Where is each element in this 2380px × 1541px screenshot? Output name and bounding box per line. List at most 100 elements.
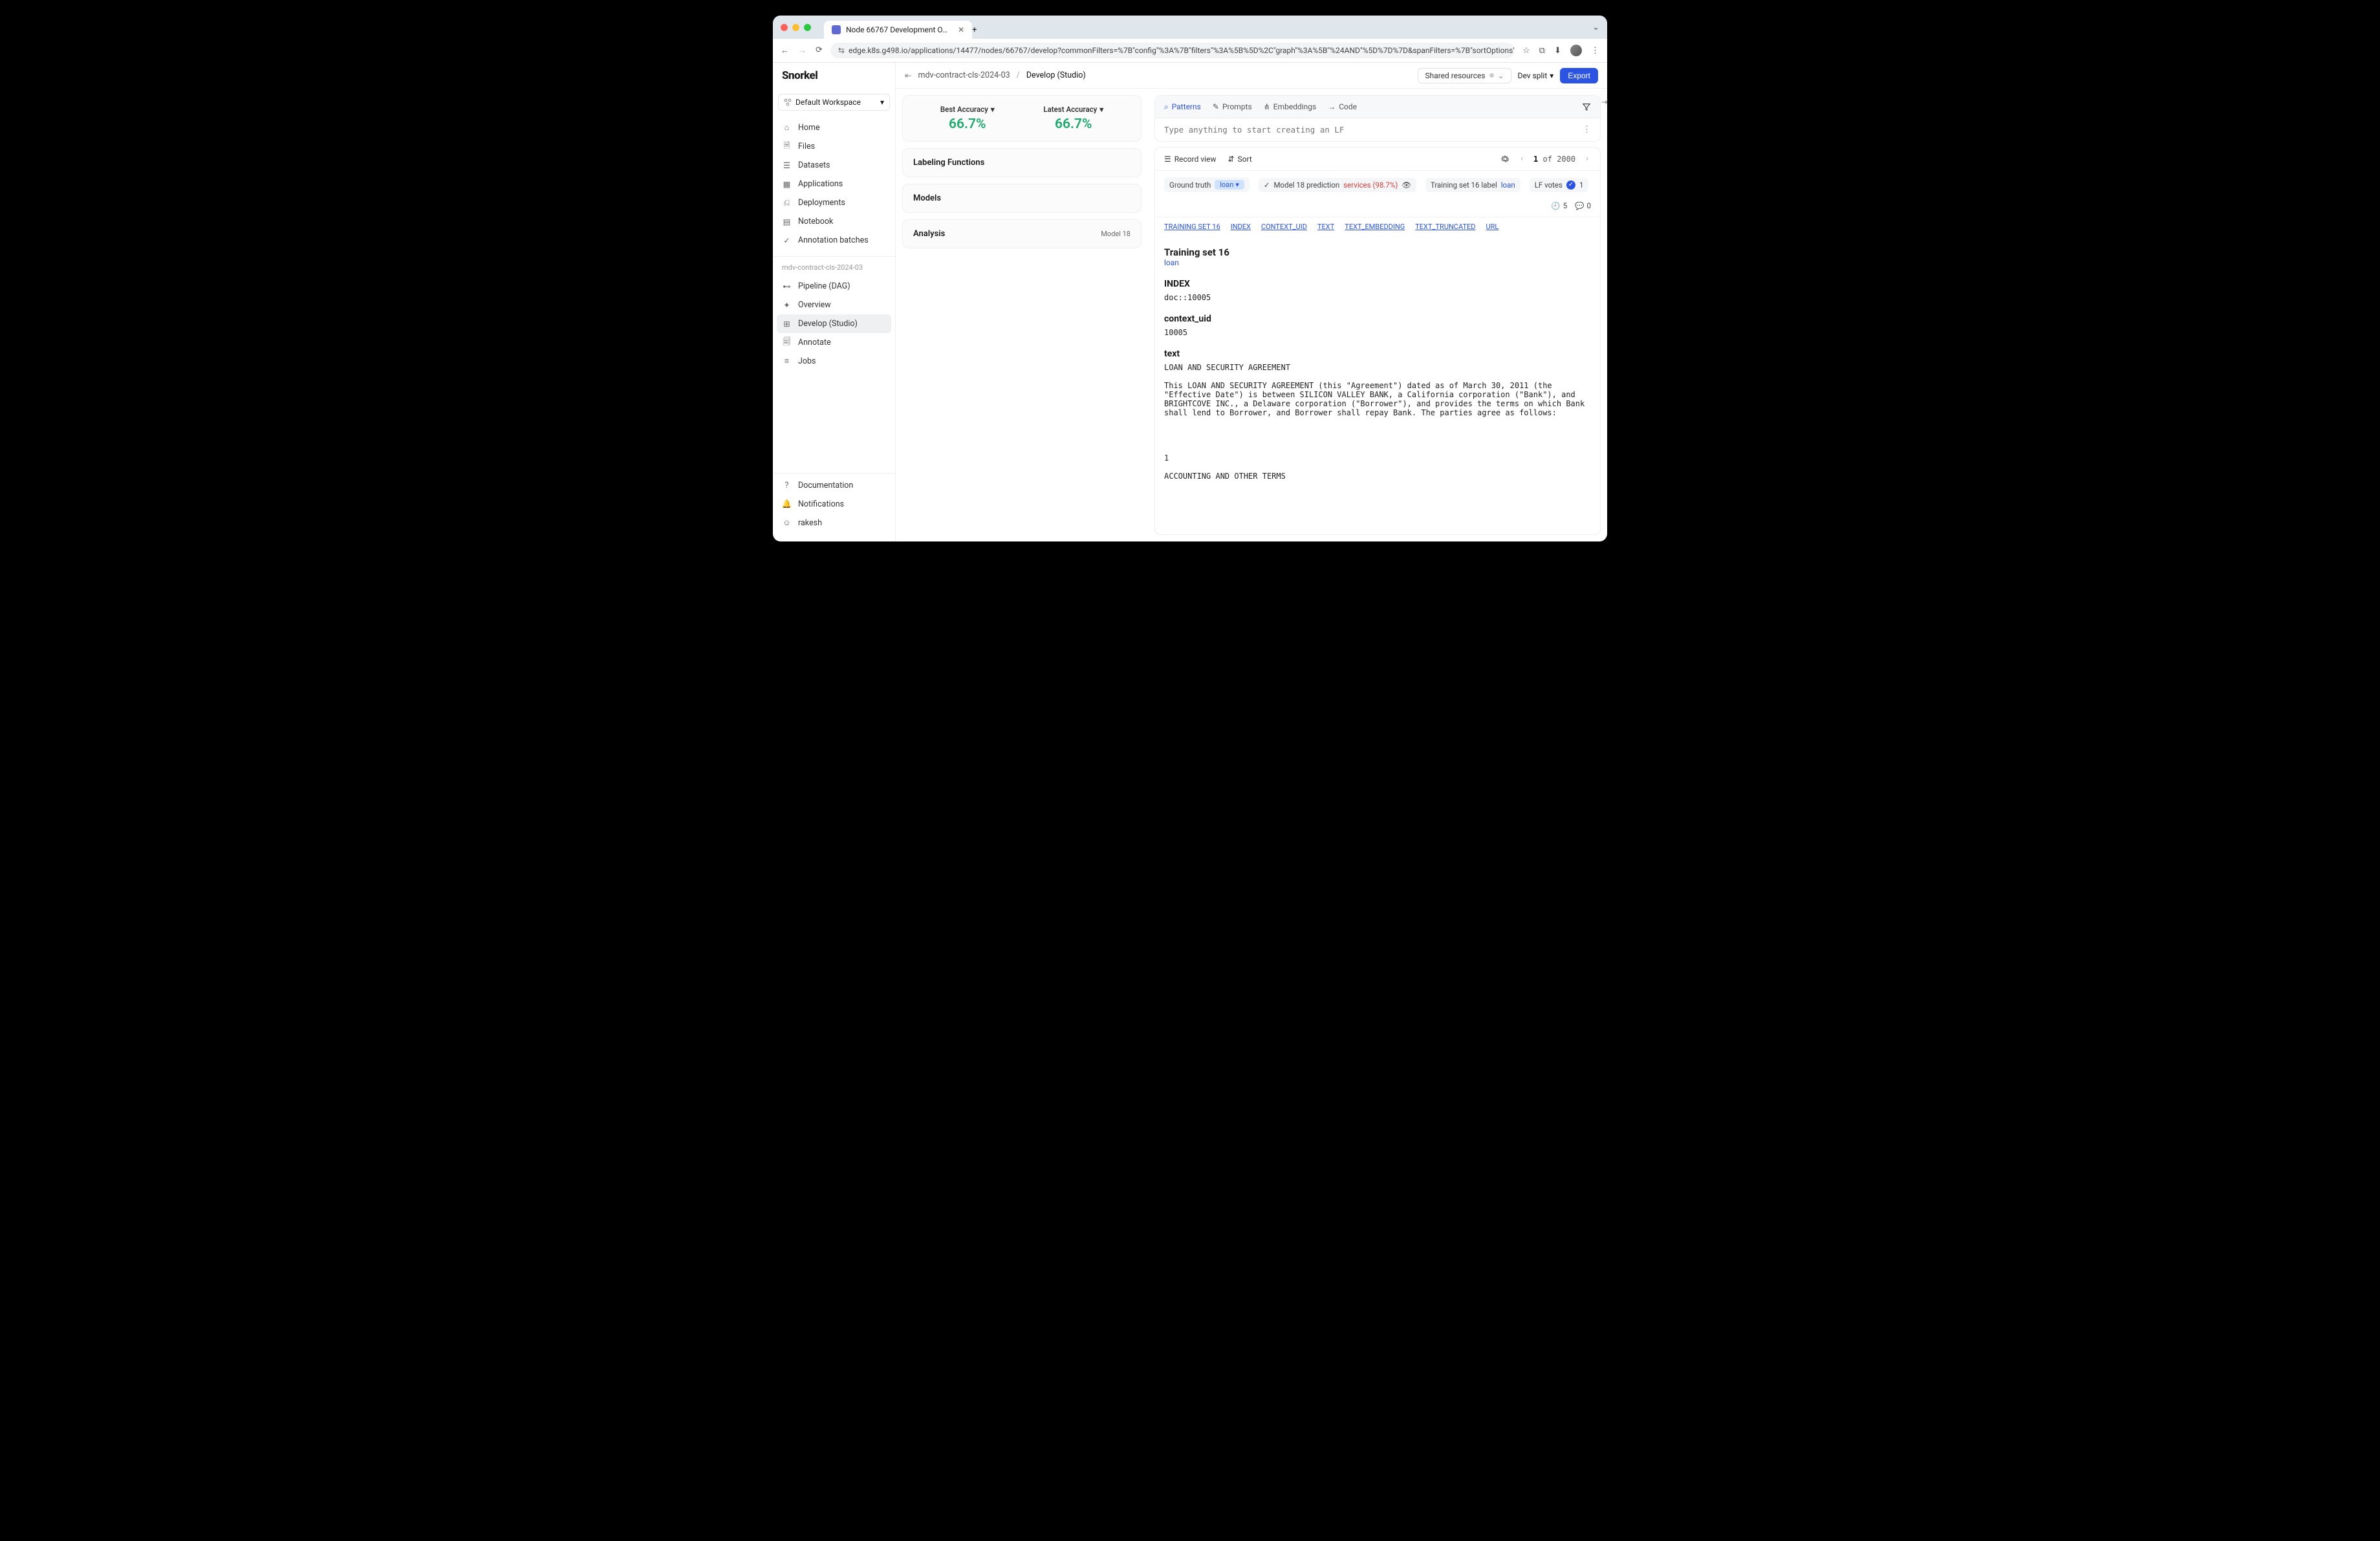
nav-label: Notifications <box>798 499 844 509</box>
download-icon[interactable]: ⬇ <box>1554 46 1561 56</box>
section-title: Models <box>913 193 941 203</box>
dataset-icon: ☰ <box>782 160 792 170</box>
tab-label: Embeddings <box>1273 102 1316 111</box>
field-text-value: LOAN AND SECURITY AGREEMENT This LOAN AN… <box>1164 363 1591 481</box>
nav-user[interactable]: ☺rakesh <box>773 514 895 532</box>
tab-label: Code <box>1339 102 1357 111</box>
browser-tab[interactable]: Node 66767 Development O… ✕ <box>824 21 972 39</box>
nav-annotate[interactable]: 🗐Annotate <box>773 333 895 352</box>
comments-count[interactable]: 💬 0 <box>1575 201 1591 210</box>
forward-button[interactable]: → <box>798 45 806 56</box>
main-content: Best Accuracy ▾ 66.7% Latest Accuracy ▾ … <box>896 63 1607 541</box>
anchor-link[interactable]: URL <box>1486 223 1498 231</box>
gear-icon[interactable] <box>1500 154 1510 164</box>
nav-notebook[interactable]: ▤ Notebook <box>773 212 895 231</box>
logo: Snorkel <box>773 69 895 89</box>
collapse-right-icon[interactable]: ⇥ <box>1601 98 1607 107</box>
nav-annotation-batches[interactable]: ✓Annotation batches <box>773 231 895 250</box>
extensions-icon[interactable]: ⧉ <box>1539 46 1545 56</box>
back-button[interactable]: ← <box>781 45 789 56</box>
nav-deployments[interactable]: ⎌Deployments <box>773 193 895 212</box>
sort-button[interactable]: ⇵ Sort <box>1228 155 1251 164</box>
nav-home[interactable]: ⌂Home <box>773 118 895 137</box>
workspace-selector[interactable]: Default Workspace ▾ <box>778 94 890 111</box>
chevron-down-icon[interactable]: ▾ <box>991 105 995 114</box>
eye-icon[interactable]: 👁 <box>1401 180 1411 190</box>
page-of: of <box>1543 155 1552 164</box>
list-icon: ☰ <box>1164 155 1171 164</box>
section-analysis[interactable]: Analysis Model 18 <box>902 219 1141 248</box>
anchor-link[interactable]: TEXT <box>1317 223 1334 231</box>
record-view-button[interactable]: ☰ Record view <box>1164 155 1216 164</box>
filter-icon[interactable] <box>1582 102 1591 111</box>
anchor-link[interactable]: TRAINING SET 16 <box>1164 223 1220 231</box>
url-input[interactable]: ⇆ edge.k8s.g498.io/applications/14477/no… <box>830 43 1515 58</box>
profile-avatar[interactable] <box>1570 45 1582 56</box>
tab-code[interactable]: → Code <box>1328 102 1357 111</box>
prev-record-button[interactable]: ‹ <box>1518 154 1526 164</box>
ground-truth-value[interactable]: loan ▾ <box>1215 180 1244 190</box>
bookmark-icon[interactable]: ☆ <box>1522 46 1530 56</box>
bell-icon: 🔔 <box>782 499 792 509</box>
nav-files[interactable]: 🗎Files <box>773 137 895 156</box>
shared-resources-button[interactable]: Shared resources ⌄ <box>1418 68 1511 83</box>
check-badge-icon: ✓ <box>1566 180 1575 190</box>
close-tab-icon[interactable]: ✕ <box>958 25 964 34</box>
record-title: Training set 16 <box>1164 246 1591 258</box>
nav-pipeline[interactable]: ⊷Pipeline (DAG) <box>773 277 895 296</box>
split-selector[interactable]: Dev split ▾ <box>1518 71 1554 80</box>
nav-documentation[interactable]: ?Documentation <box>773 476 895 495</box>
lf-votes-chip: LF votes ✓ 1 <box>1530 178 1589 192</box>
maximize-window-button[interactable] <box>804 24 811 31</box>
browser-window: Node 66767 Development O… ✕ + ⌄ ← → ⟳ ⇆ … <box>773 16 1607 541</box>
help-icon: ? <box>782 481 792 490</box>
dag-icon: ⊷ <box>782 281 792 291</box>
anchor-link[interactable]: INDEX <box>1231 223 1251 231</box>
chevron-down-icon[interactable]: ▾ <box>1099 105 1103 114</box>
more-menu-icon[interactable]: ⋮ <box>1583 125 1591 135</box>
field-text-header: text <box>1164 349 1591 359</box>
anchor-link[interactable]: TEXT_TRUNCATED <box>1415 223 1475 231</box>
metric-label-text: Latest Accuracy <box>1043 105 1097 114</box>
section-labeling-functions[interactable]: Labeling Functions <box>902 148 1141 177</box>
nav-label: Notebook <box>798 217 833 226</box>
new-tab-button[interactable]: + <box>972 25 977 35</box>
ground-truth-chip: Ground truth loan ▾ <box>1164 177 1250 192</box>
export-button[interactable]: Export <box>1560 68 1598 83</box>
nav-jobs[interactable]: ≡Jobs <box>773 352 895 371</box>
tab-overflow-icon[interactable]: ⌄ <box>1592 23 1599 32</box>
check-icon: ✓ <box>782 235 792 245</box>
nav-notifications[interactable]: 🔔 Notifications <box>773 495 895 514</box>
record-body: Training set 16 loan INDEX doc::10005 co… <box>1155 236 1600 494</box>
nav-overview[interactable]: ✦Overview <box>773 296 895 314</box>
close-window-button[interactable] <box>781 24 788 31</box>
minimize-window-button[interactable] <box>792 24 799 31</box>
tab-embeddings[interactable]: ⋔ Embeddings <box>1264 102 1317 111</box>
nav-datasets[interactable]: ☰Datasets <box>773 156 895 175</box>
check-icon: ✓ <box>1264 180 1270 190</box>
metrics-card: Best Accuracy ▾ 66.7% Latest Accuracy ▾ … <box>902 95 1141 142</box>
chip-label: Training set 16 label <box>1431 180 1497 190</box>
reload-button[interactable]: ⟳ <box>816 45 823 56</box>
tab-prompts[interactable]: ✎ Prompts <box>1213 102 1252 111</box>
site-settings-icon[interactable]: ⇆ <box>838 46 845 55</box>
anchor-link[interactable]: CONTEXT_UID <box>1261 223 1307 231</box>
breadcrumb-root[interactable]: mdv-contract-cls-2024-03 <box>918 71 1010 80</box>
section-models[interactable]: Models <box>902 184 1141 213</box>
lf-text-input[interactable] <box>1164 125 1583 135</box>
record-title-value: loan <box>1164 258 1591 267</box>
nav-applications[interactable]: ▦Applications <box>773 175 895 193</box>
field-anchors: TRAINING SET 16 INDEX CONTEXT_UID TEXT T… <box>1155 217 1600 236</box>
page-current: 1 <box>1533 155 1538 164</box>
tab-patterns[interactable]: ⌕ Patterns <box>1164 102 1201 112</box>
history-count[interactable]: 🕘 5 <box>1551 201 1567 210</box>
nav-develop-studio[interactable]: ⊞Develop (Studio) <box>777 314 891 333</box>
annotate-icon: 🗐 <box>782 338 792 347</box>
section-title: Analysis <box>913 229 945 239</box>
browser-menu-icon[interactable]: ⋮ <box>1591 46 1599 56</box>
collapse-sidebar-icon[interactable]: ⇤ <box>905 71 911 81</box>
anchor-link[interactable]: TEXT_EMBEDDING <box>1345 223 1405 231</box>
next-record-button[interactable]: › <box>1583 154 1591 164</box>
record-meta-row: Ground truth loan ▾ ✓ Model 18 predictio… <box>1155 171 1600 217</box>
notebook-icon: ▤ <box>782 217 792 226</box>
